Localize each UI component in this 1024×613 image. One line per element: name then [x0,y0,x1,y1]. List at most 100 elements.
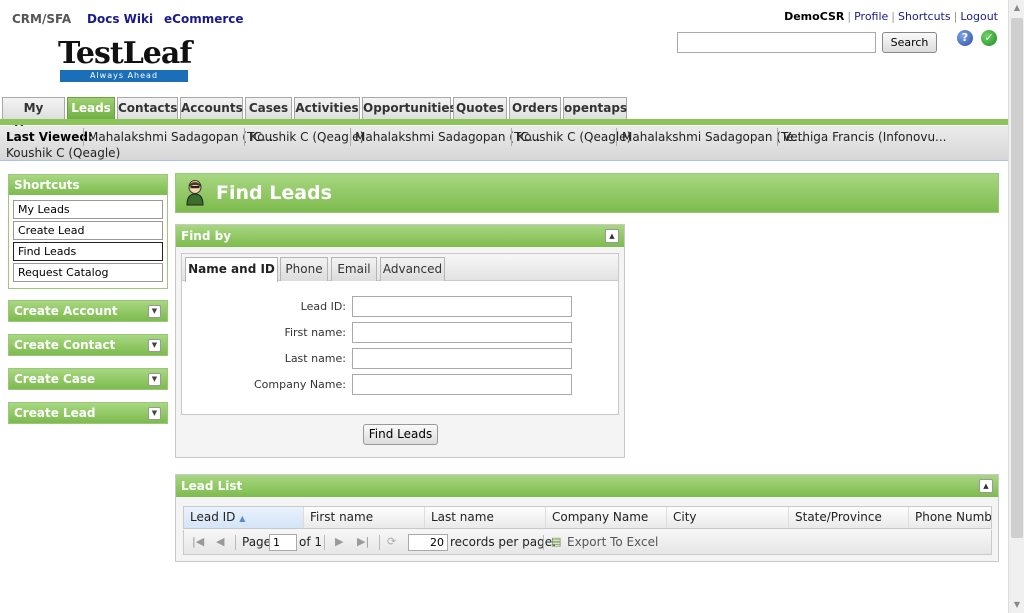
scroll-up-icon[interactable]: ▲ [1009,0,1024,16]
tab-contacts[interactable]: Contacts [117,97,178,119]
last-viewed-item[interactable]: Koushik C (Qeagle) [517,130,631,144]
pagination-bar: |◀ ◀ Page 1 of 1 ▶ ▶| ⟳ 20 records per p… [183,530,992,555]
shortcut-find-leads[interactable]: Find Leads [13,242,163,261]
help-icon[interactable]: ? [957,30,973,46]
ecommerce-link[interactable]: eCommerce [164,12,244,26]
logo-main-text: TestLeaf [58,36,192,71]
tab-activities[interactable]: Activities [294,97,360,119]
create-account-section[interactable]: Create Account ▼ [8,300,168,322]
search-input[interactable] [677,32,876,53]
shortcut-create-lead[interactable]: Create Lead [13,221,163,240]
company-name-label: Company Name: [254,378,346,391]
find-by-header: Find by ▲ [176,225,624,247]
column-phone-number[interactable]: Phone Number [909,507,991,528]
scroll-down-icon[interactable]: ▼ [1009,597,1024,613]
tab-leads[interactable]: Leads [67,97,115,119]
last-viewed-item[interactable]: Vethiga Francis (Infonovu... [783,130,947,144]
tab-name-and-id[interactable]: Name and ID [185,257,278,282]
last-name-input[interactable] [352,348,572,369]
tab-opportunities[interactable]: Opportunities [362,97,457,119]
lead-person-icon [186,180,204,206]
page-header: Find Leads [175,173,999,213]
tab-opentaps[interactable]: opentaps [563,97,627,119]
records-per-page-input[interactable]: 20 [408,534,448,551]
create-lead-section[interactable]: Create Lead ▼ [8,402,168,424]
page-label: Page [242,535,272,549]
expand-icon[interactable]: ▼ [148,339,161,352]
scroll-thumb[interactable] [1011,18,1023,538]
page-number-input[interactable]: 1 [269,534,297,551]
collapse-icon[interactable]: ▲ [605,229,619,243]
page-count: of 1 [299,535,323,549]
records-per-page-label: records per page. [450,535,556,549]
last-page-icon[interactable]: ▶| [357,535,369,548]
expand-icon[interactable]: ▼ [148,305,161,318]
tab-cases[interactable]: Cases [245,97,292,119]
section-label: Create Account [14,304,118,318]
tab-email[interactable]: Email [331,257,377,281]
last-viewed-item[interactable]: Koushik C (Qeagle) [6,146,120,160]
main-tab-bar: My Home Leads Contacts Accounts Cases Ac… [0,97,1008,136]
company-name-input[interactable] [352,374,572,395]
first-page-icon[interactable]: |◀ [192,535,204,548]
tab-underline [0,119,1008,125]
last-name-label: Last name: [284,352,346,365]
username: DemoCSR [784,10,845,23]
last-viewed-item[interactable]: Koushik C (Qeagle) [250,130,364,144]
create-case-section[interactable]: Create Case ▼ [8,368,168,390]
tab-quotes[interactable]: Quotes [453,97,507,119]
find-by-tabs: Name and ID Phone Email Advanced [182,254,618,282]
find-leads-button[interactable]: Find Leads [363,424,438,445]
lead-id-label: Lead ID: [300,300,346,313]
tab-advanced[interactable]: Advanced [380,257,445,281]
page-title: Find Leads [216,182,332,204]
lead-list-header: Lead List ▲ [176,475,998,497]
excel-icon: ▤ [551,535,562,548]
tab-accounts[interactable]: Accounts [180,97,243,119]
tab-phone[interactable]: Phone [280,257,328,281]
column-city[interactable]: City [667,507,789,528]
section-label: Create Lead [14,406,96,420]
lead-id-input[interactable] [352,296,572,317]
shortcuts-title: Shortcuts [14,178,80,192]
page-scrollbar[interactable]: ▲ ▼ [1008,0,1024,613]
column-first-name[interactable]: First name [304,507,425,528]
find-by-title: Find by [181,229,232,243]
last-viewed-label: Last Viewed: [6,130,93,144]
column-company-name[interactable]: Company Name [546,507,667,528]
lead-list-columns: Lead ID ▲ First name Last name Company N… [183,506,992,529]
next-page-icon[interactable]: ▶ [335,535,343,548]
profile-link[interactable]: Profile [854,10,888,23]
column-last-name[interactable]: Last name [425,507,546,528]
export-to-excel-button[interactable]: Export To Excel [567,535,658,549]
sort-asc-icon: ▲ [239,514,246,523]
prev-page-icon[interactable]: ◀ [216,535,224,548]
collapse-icon[interactable]: ▲ [979,479,993,493]
search-button[interactable]: Search [882,32,937,53]
shortcuts-link[interactable]: Shortcuts [898,10,951,23]
logout-link[interactable]: Logout [960,10,998,23]
find-by-form: Name and ID Phone Email Advanced Lead ID… [181,253,619,415]
logo-tagline: Always Ahead [60,70,188,82]
testleaf-logo: TestLeaf Always Ahead [58,36,192,84]
first-name-input[interactable] [352,322,572,343]
crm-sfa-link[interactable]: CRM/SFA [12,12,71,26]
last-viewed-item[interactable]: Mahalakshmi Sadagopan (TC... [88,130,273,144]
tab-my-home[interactable]: My Home [2,97,65,136]
shortcuts-header: Shortcuts [8,174,168,196]
refresh-icon[interactable]: ⟳ [387,535,396,548]
shortcut-my-leads[interactable]: My Leads [13,200,163,219]
column-state-province[interactable]: State/Province [789,507,909,528]
tab-orders[interactable]: Orders [509,97,561,119]
docs-wiki-link[interactable]: Docs Wiki [87,12,153,26]
column-lead-id[interactable]: Lead ID ▲ [184,507,304,528]
shortcuts-panel: My Leads Create Lead Find Leads Request … [8,195,168,289]
shortcut-request-catalog[interactable]: Request Catalog [13,263,163,282]
section-label: Create Case [14,372,96,386]
expand-icon[interactable]: ▼ [148,407,161,420]
checkmark-icon[interactable]: ✓ [981,30,997,46]
user-links: DemoCSR | Profile | Shortcuts | Logout [784,10,998,23]
create-contact-section[interactable]: Create Contact ▼ [8,334,168,356]
last-viewed-item[interactable]: Mahalakshmi Sadagopan (TC... [355,130,540,144]
expand-icon[interactable]: ▼ [148,373,161,386]
